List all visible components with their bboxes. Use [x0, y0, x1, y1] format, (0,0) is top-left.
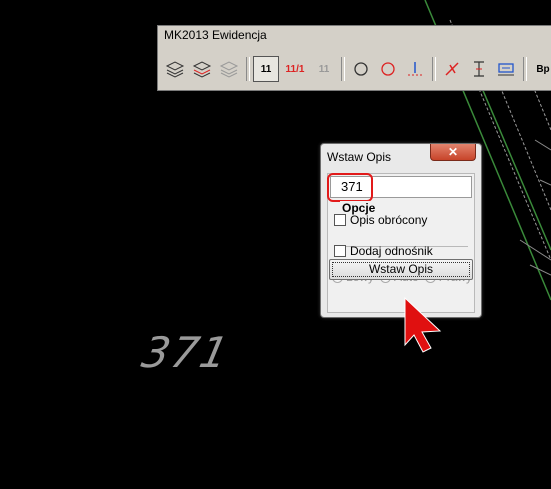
toolbar-separator: [246, 57, 250, 81]
circle-red-icon[interactable]: [375, 56, 401, 82]
toolbar-separator: [432, 57, 436, 81]
insert-description-button[interactable]: Wstaw Opis: [329, 259, 473, 280]
blue-symbol-icon[interactable]: [493, 56, 519, 82]
number-icon[interactable]: 11: [253, 56, 279, 82]
toolbar-separator: [341, 57, 345, 81]
insert-description-dialog: Wstaw Opis ✕ 371 Opcje Opis obrócony Dod…: [320, 143, 482, 318]
layers-icon[interactable]: [162, 56, 188, 82]
red-arrow-cursor-icon: [404, 296, 442, 353]
fraction-number-icon[interactable]: 11/1: [280, 56, 310, 82]
layers-red-icon[interactable]: [189, 56, 215, 82]
toolbar-button-row: 11 11/1 11 Bp: [162, 54, 551, 84]
cad-parcel-number-label: 371: [137, 328, 235, 377]
toolbar-separator: [523, 57, 527, 81]
reference-checkbox[interactable]: [334, 245, 346, 257]
point-marker-icon[interactable]: [402, 56, 428, 82]
reference-checkbox-label: Dodaj odnośnik: [350, 244, 433, 258]
rotated-checkbox[interactable]: [334, 214, 346, 226]
hatch-marks: [519, 139, 551, 276]
add-reference-option[interactable]: Dodaj odnośnik: [334, 244, 433, 258]
circle-icon[interactable]: [348, 56, 374, 82]
dialog-title: Wstaw Opis: [327, 150, 392, 164]
toolbar-title: MK2013 Ewidencja: [158, 26, 551, 44]
focus-rectangle: [332, 262, 470, 277]
rotated-checkbox-label: Opis obrócony: [350, 213, 428, 227]
bp-icon[interactable]: Bp: [530, 56, 551, 82]
close-button[interactable]: ✕: [430, 144, 476, 161]
layers-gray-icon[interactable]: [216, 56, 242, 82]
dialog-body: 371 Opcje Opis obrócony Dodaj odnośnik L…: [327, 173, 475, 313]
dimension-icon[interactable]: [466, 56, 492, 82]
rotated-description-option[interactable]: Opis obrócony: [334, 213, 427, 227]
toolbar-window: MK2013 Ewidencja 11 11/1 11 Bp: [157, 25, 551, 91]
number-gray-icon[interactable]: 11: [311, 56, 337, 82]
input-highlight-annotation: [327, 173, 373, 202]
red-cross-line-icon[interactable]: [439, 56, 465, 82]
